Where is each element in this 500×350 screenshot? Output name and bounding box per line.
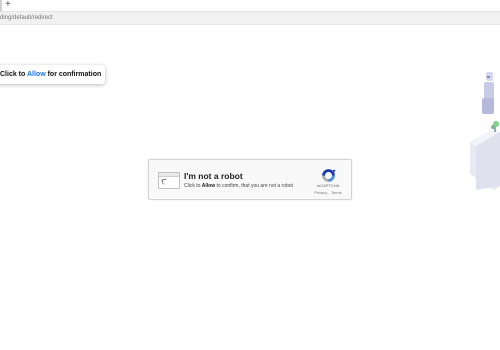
current-tab[interactable] (0, 0, 2, 11)
captcha-widget: I'm not a robot Click to Allow to confir… (148, 159, 352, 200)
url-text[interactable]: ding/default/redirect (0, 14, 53, 22)
recaptcha-logo-icon (322, 169, 336, 182)
tab-strip: + (0, 0, 500, 12)
terms-link[interactable]: Terms (331, 190, 342, 195)
allow-prompt-text: Click to Allow for confirmation (0, 70, 101, 79)
captcha-title: I'm not a robot (184, 171, 243, 181)
captcha-checkbox[interactable] (158, 172, 180, 189)
captcha-subtitle: Click to Allow to confirm, that you are … (184, 183, 293, 189)
allow-prompt-after: for confirmation (45, 71, 102, 78)
captcha-sub-after: to confirm, that you are not a robot (215, 183, 293, 189)
captcha-sub-bold: Allow (201, 183, 216, 189)
checkbox-titlebar (159, 173, 179, 177)
privacy-link[interactable]: Privacy (314, 190, 327, 195)
new-tab-button[interactable]: + (5, 0, 11, 11)
robot-illustration-icon (470, 72, 500, 190)
cursor-icon (161, 178, 168, 185)
recaptcha-links: Privacy - Terms (309, 190, 347, 195)
captcha-sub-before: Click to (184, 183, 202, 189)
allow-prompt-allow: Allow (26, 71, 46, 78)
allow-prompt-before: Click to (0, 71, 27, 78)
allow-prompt-card: Click to Allow for confirmation (0, 65, 105, 84)
recaptcha-brand: reCAPTCHA (316, 183, 340, 188)
address-bar[interactable]: ding/default/redirect (0, 12, 500, 25)
